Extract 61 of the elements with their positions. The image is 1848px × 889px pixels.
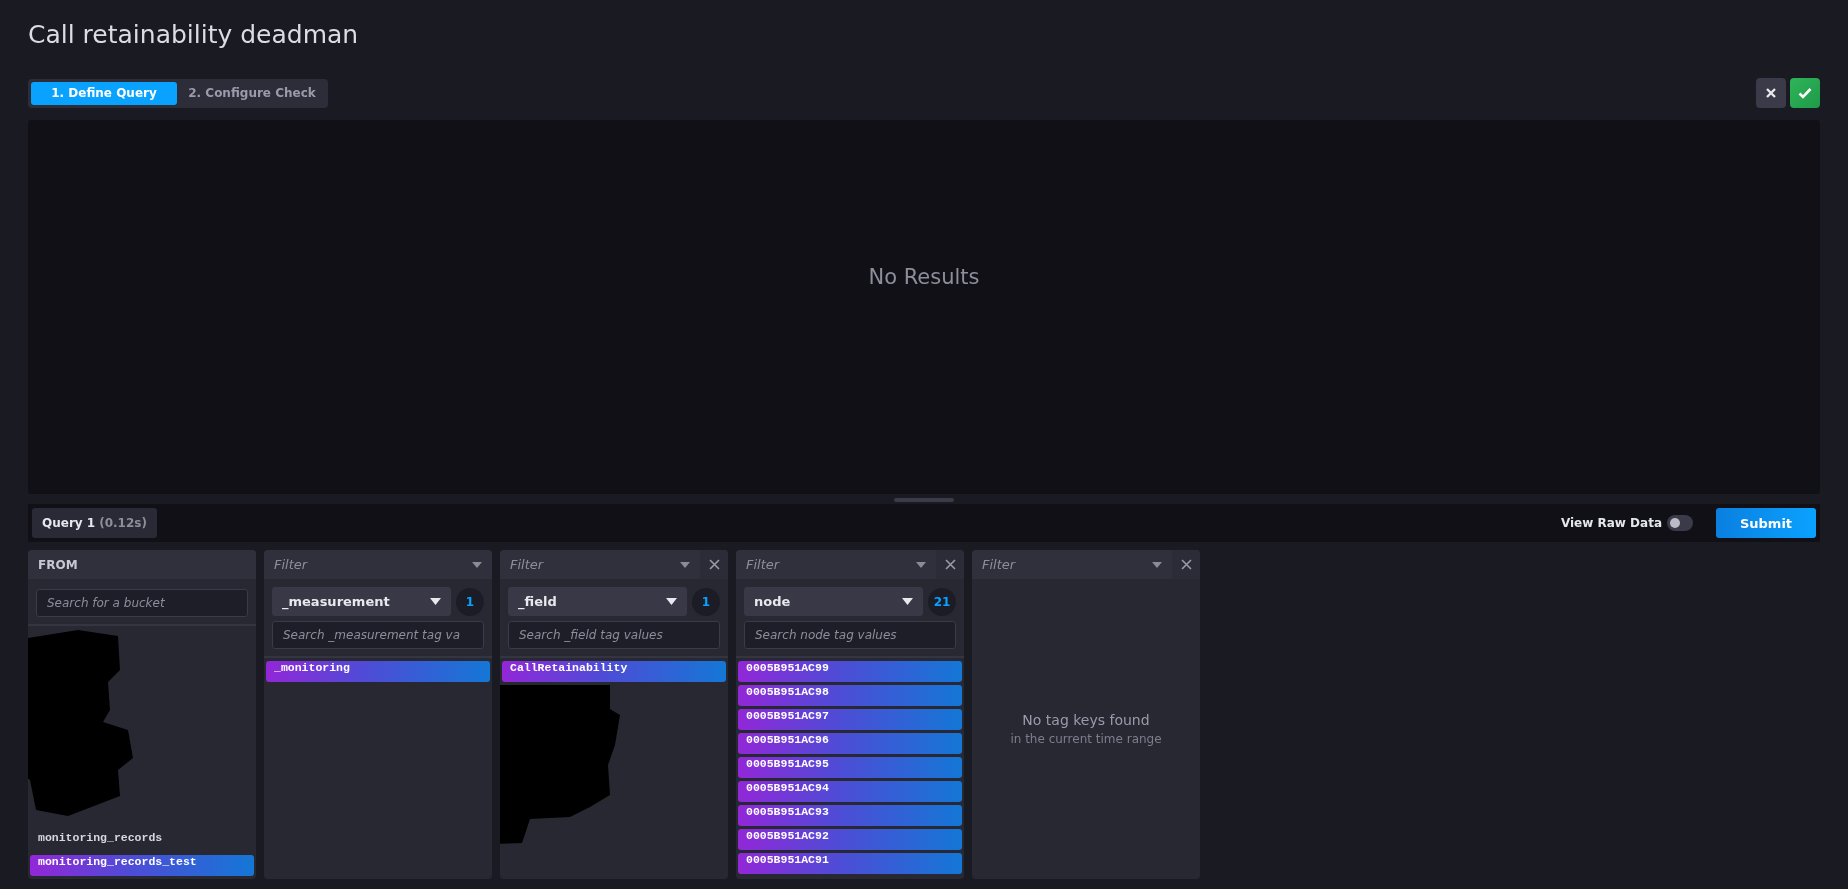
caret-icon <box>902 598 913 605</box>
from-header: FROM <box>37 557 78 572</box>
caret-icon <box>666 598 677 605</box>
empty-message: No tag keys found <box>1022 712 1150 728</box>
view-raw-data-toggle[interactable] <box>1667 515 1693 531</box>
tag-value-item[interactable]: 0005B951AC92 <box>738 829 962 850</box>
tag-value-item[interactable]: 0005B951AC98 <box>738 685 962 706</box>
close-icon <box>1765 87 1777 99</box>
cancel-button[interactable] <box>1756 78 1786 108</box>
tag-search-field[interactable]: Search _field tag values <box>508 621 720 649</box>
selection-count: 21 <box>928 587 956 616</box>
tag-value-item[interactable]: 0005B951AC99 <box>738 661 962 682</box>
save-button[interactable] <box>1790 78 1820 108</box>
check-icon <box>1798 87 1812 99</box>
query-timing: (0.12s) <box>99 516 147 530</box>
close-icon <box>944 559 956 570</box>
tag-value-item[interactable]: 0005B951AC93 <box>738 805 962 826</box>
tag-value-item[interactable]: 0005B951AC97 <box>738 709 962 730</box>
close-icon <box>1180 559 1192 570</box>
tag-value-item[interactable]: 0005B951AC95 <box>738 757 962 778</box>
tag-key-dropdown[interactable]: node <box>744 587 923 616</box>
no-results-message: No Results <box>868 265 980 289</box>
tag-value-item[interactable]: _monitoring <box>266 661 490 682</box>
filter-placeholder: Filter <box>982 557 1016 572</box>
caret-icon <box>430 598 441 605</box>
tag-key-dropdown[interactable]: _field <box>508 587 687 616</box>
tag-value-item[interactable]: 0005B951AC91 <box>738 853 962 874</box>
view-raw-data-label: View Raw Data <box>1560 516 1662 530</box>
caret-icon <box>680 561 690 568</box>
tag-search-field[interactable]: Search _measurement tag va <box>272 621 484 649</box>
resize-handle[interactable] <box>894 498 954 502</box>
caret-icon <box>472 561 482 568</box>
bucket-search-field[interactable]: Search for a bucket <box>36 589 248 617</box>
remove-button[interactable] <box>936 550 964 579</box>
selection-count: 1 <box>692 587 720 616</box>
tag-key: node <box>754 594 791 609</box>
query-tab[interactable]: Query 1 (0.12s) <box>32 508 157 538</box>
filter-placeholder: Filter <box>510 557 544 572</box>
tag-value-item[interactable]: 0005B951AC96 <box>738 733 962 754</box>
tag-key-dropdown[interactable]: _measurement <box>272 587 451 616</box>
empty-hint: in the current time range <box>1010 732 1162 746</box>
caret-icon <box>916 561 926 568</box>
step-tab[interactable]: 2. Configure Check <box>179 81 325 105</box>
query-name: Query 1 <box>42 516 96 530</box>
filter-field[interactable]: Filter <box>264 550 492 579</box>
bucket-item[interactable]: monitoring_records_test <box>30 855 254 876</box>
caret-icon <box>1152 561 1162 568</box>
remove-button[interactable] <box>1172 550 1200 579</box>
tag-value-item[interactable]: 0005B951AC94 <box>738 781 962 802</box>
submit-button[interactable]: Submit <box>1716 508 1816 538</box>
filter-placeholder: Filter <box>746 557 780 572</box>
remove-button[interactable] <box>700 550 728 579</box>
close-icon <box>708 559 720 570</box>
page-title: Call retainability deadman <box>28 20 360 51</box>
tag-key: _field <box>518 594 557 609</box>
filter-placeholder: Filter <box>274 557 308 572</box>
tag-search-field[interactable]: Search node tag values <box>744 621 956 649</box>
selection-count: 1 <box>456 587 484 616</box>
bucket-item[interactable]: monitoring_records <box>30 831 254 852</box>
tag-value-item[interactable]: CallRetainability <box>502 661 726 682</box>
tag-key: _measurement <box>282 594 390 609</box>
